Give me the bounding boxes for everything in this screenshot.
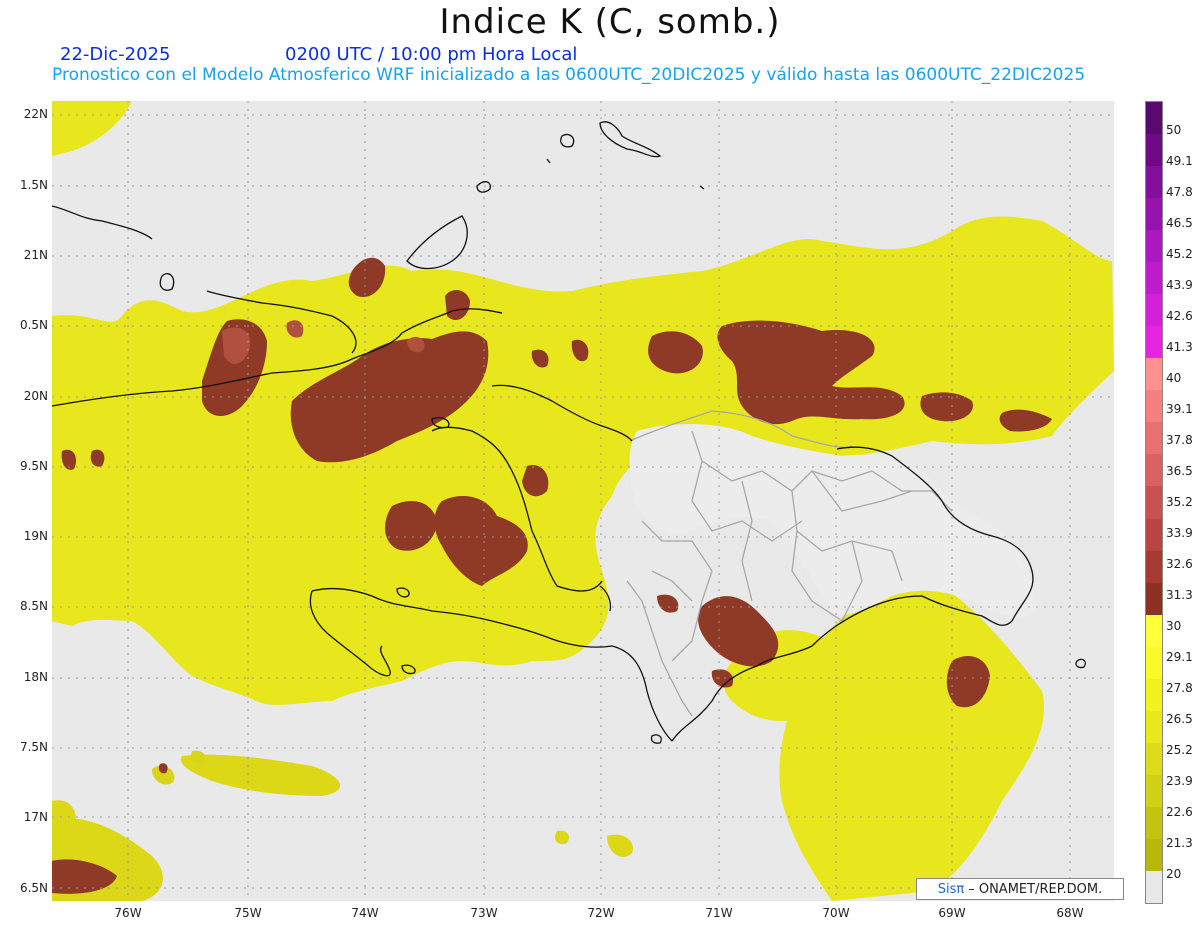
colorbar-segment bbox=[1146, 870, 1162, 904]
colorbar-label: 36.5 bbox=[1166, 464, 1193, 478]
colorbar-segment bbox=[1146, 262, 1162, 295]
forecast-date: 22-Dic-2025 bbox=[60, 44, 171, 65]
colorbar-label: 27.8 bbox=[1166, 681, 1193, 695]
lat-label: 17N bbox=[23, 810, 48, 824]
lon-label: 76W bbox=[114, 906, 142, 920]
colorbar-segment bbox=[1146, 294, 1162, 327]
lat-label: 21N bbox=[23, 248, 48, 262]
colorbar-label: 37.8 bbox=[1166, 433, 1193, 447]
colorbar-segment bbox=[1146, 806, 1162, 840]
lat-label: 19N bbox=[23, 529, 48, 543]
colorbar-segment bbox=[1146, 134, 1162, 167]
colorbar-label: 20 bbox=[1166, 867, 1182, 881]
sispi-logo-text: Sisπ bbox=[937, 881, 965, 897]
lat-label: 1.5N bbox=[19, 178, 48, 192]
credit-text: – ONAMET/REP.DOM. bbox=[968, 881, 1103, 897]
colorbar-label: 43.9 bbox=[1166, 278, 1193, 292]
colorbar-segment bbox=[1146, 358, 1162, 391]
lat-label: 0.5N bbox=[19, 318, 48, 332]
colorbar-segment bbox=[1146, 486, 1162, 519]
colorbar-label: 25.2 bbox=[1166, 743, 1193, 757]
lon-label: 69W bbox=[938, 906, 966, 920]
colorbar-segment bbox=[1146, 454, 1162, 487]
lat-label: 18N bbox=[23, 670, 48, 684]
colorbar-segment bbox=[1146, 198, 1162, 231]
colorbar-segment bbox=[1146, 742, 1162, 776]
colorbar-label: 42.6 bbox=[1166, 309, 1193, 323]
lat-label: 9.5N bbox=[19, 459, 48, 473]
lon-label: 73W bbox=[470, 906, 498, 920]
colorbar-label: 35.2 bbox=[1166, 495, 1193, 509]
colorbar-segment bbox=[1146, 230, 1162, 263]
colorbar-segment bbox=[1146, 678, 1162, 712]
colorbar-segment bbox=[1146, 102, 1162, 135]
colorbar-label: 23.9 bbox=[1166, 774, 1193, 788]
colorbar-label: 45.2 bbox=[1166, 247, 1193, 261]
colorbar-label: 26.5 bbox=[1166, 712, 1193, 726]
lon-label: 71W bbox=[705, 906, 733, 920]
colorbar-label: 50 bbox=[1166, 123, 1182, 137]
colorbar-label: 39.1 bbox=[1166, 402, 1193, 416]
colorbar-segment bbox=[1146, 582, 1162, 616]
colorbar-label: 40 bbox=[1166, 371, 1182, 385]
colorbar-label: 49.1 bbox=[1166, 154, 1193, 168]
colorbar-label: 22.6 bbox=[1166, 805, 1193, 819]
lon-label: 68W bbox=[1056, 906, 1084, 920]
lat-label: 7.5N bbox=[19, 740, 48, 754]
colorbar-segment bbox=[1146, 422, 1162, 455]
colorbar-label: 31.3 bbox=[1166, 588, 1193, 602]
k-index-map bbox=[52, 101, 1114, 901]
lat-label: 22N bbox=[23, 107, 48, 121]
colorbar-label: 30 bbox=[1166, 619, 1182, 633]
lat-label: 8.5N bbox=[19, 599, 48, 613]
lon-label: 70W bbox=[822, 906, 850, 920]
colorbar-label: 21.3 bbox=[1166, 836, 1193, 850]
lon-label: 72W bbox=[587, 906, 615, 920]
colorbar-label: 29.1 bbox=[1166, 650, 1193, 664]
colorbar-label: 47.8 bbox=[1166, 185, 1193, 199]
colorbar-segment bbox=[1146, 326, 1162, 359]
credit-box: Sisπ – ONAMET/REP.DOM. bbox=[916, 878, 1124, 900]
lat-label: 20N bbox=[23, 389, 48, 403]
lon-label: 74W bbox=[351, 906, 379, 920]
colorbar-label: 32.6 bbox=[1166, 557, 1193, 571]
colorbar-label: 33.9 bbox=[1166, 526, 1193, 540]
map-title: Indice K (C, somb.) bbox=[439, 2, 781, 42]
colorbar-segment bbox=[1146, 390, 1162, 423]
colorbar-segment bbox=[1146, 614, 1162, 648]
colorbar-segment bbox=[1146, 550, 1162, 584]
forecast-time: 0200 UTC / 10:00 pm Hora Local bbox=[285, 44, 578, 65]
colorbar-segment bbox=[1146, 710, 1162, 744]
forecast-description: Pronostico con el Modelo Atmosferico WRF… bbox=[52, 65, 1086, 85]
colorbar-segment bbox=[1146, 518, 1162, 552]
colorbar-segment bbox=[1146, 774, 1162, 808]
colorbar-segment bbox=[1146, 838, 1162, 872]
color-scale-bar bbox=[1145, 101, 1163, 904]
lat-label: 6.5N bbox=[19, 881, 48, 895]
colorbar-label: 46.5 bbox=[1166, 216, 1193, 230]
colorbar-segment bbox=[1146, 646, 1162, 680]
colorbar-segment bbox=[1146, 166, 1162, 199]
lon-label: 75W bbox=[234, 906, 262, 920]
colorbar-label: 41.3 bbox=[1166, 340, 1193, 354]
